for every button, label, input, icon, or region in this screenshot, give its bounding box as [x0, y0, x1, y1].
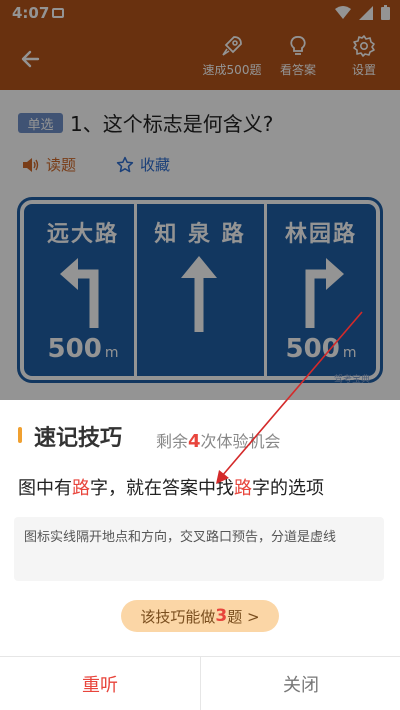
close-button[interactable]: 关闭 — [201, 657, 400, 710]
sheet-title: 速记技巧 — [34, 426, 123, 451]
modal-backdrop[interactable] — [0, 0, 400, 400]
remaining-trials: 剩余4次体验机会 — [156, 431, 281, 452]
title-accent-bar — [18, 427, 22, 443]
tip-description: 图标实线隔开地点和方向，交叉路口预告，分道是虚线 — [24, 530, 337, 545]
memory-tip-text: 图中有路字，就在答案中找路字的选项 — [18, 478, 324, 499]
tip-applicable-questions-button[interactable]: 该技巧能做 3 题 > — [121, 600, 279, 632]
memory-tip-sheet: 速记技巧 剩余4次体验机会 图中有路字，就在答案中找路字的选项 图标实线隔开地点… — [0, 400, 400, 710]
replay-button[interactable]: 重听 — [0, 657, 200, 710]
tip-description-box: 图标实线隔开地点和方向，交叉路口预告，分道是虚线 — [14, 517, 384, 581]
